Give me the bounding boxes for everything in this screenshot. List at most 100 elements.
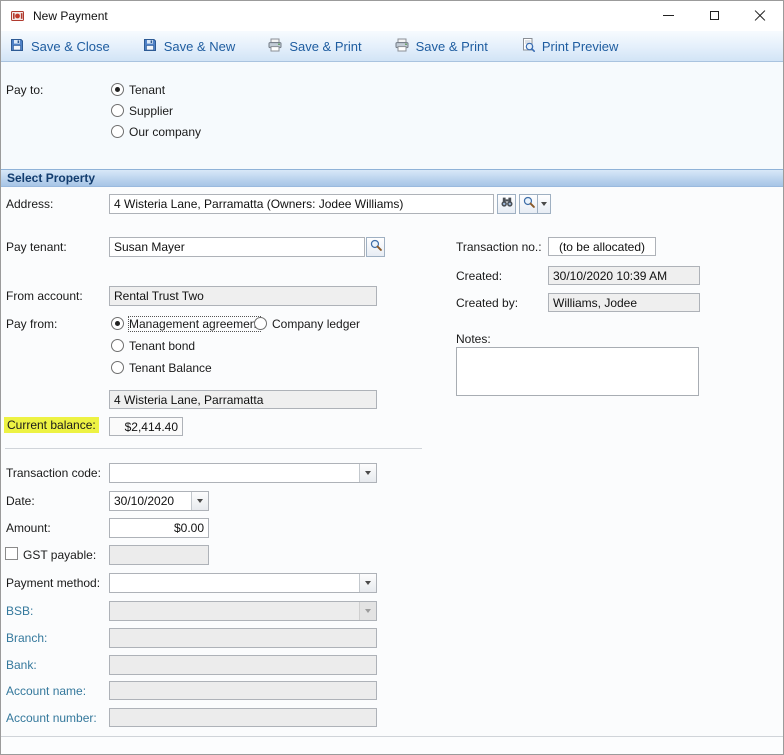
created-by-field: Williams, Jodee [548,293,700,312]
save-print-label-1: Save & Print [289,38,362,54]
pay-from-property-field: 4 Wisteria Lane, Parramatta [109,390,377,409]
pay-from-radio-company-ledger[interactable] [254,317,267,330]
new-payment-window: New Payment Save & Close Save & New Save… [0,0,784,755]
pay-from-radio-management-agreement-label[interactable]: Management agreement [128,316,261,332]
pay-tenant-label: Pay tenant: [6,240,67,254]
transaction-code-select[interactable] [109,463,377,483]
section-title: Select Property [7,171,96,185]
maximize-button[interactable] [691,1,737,30]
pay-to-radio-our-company[interactable] [111,125,124,138]
pay-tenant-input[interactable]: Susan Mayer [109,237,365,257]
save-close-button[interactable]: Save & Close [9,37,110,56]
date-label: Date: [6,494,35,508]
pay-to-radio-our-company-label[interactable]: Our company [129,125,201,139]
account-number-label: Account number: [6,711,97,725]
print-preview-icon [520,37,536,56]
pay-tenant-lookup-button[interactable] [366,237,385,257]
address-input[interactable]: 4 Wisteria Lane, Parramatta (Owners: Jod… [109,194,494,214]
minimize-icon [662,15,674,16]
pay-from-radio-company-ledger-label[interactable]: Company ledger [272,317,360,331]
minimize-button[interactable] [645,1,691,30]
save-new-label: Save & New [163,38,236,54]
toolbar: Save & Close Save & New Save & Print Sav… [1,31,783,62]
divider [5,448,422,449]
pay-to-radio-tenant[interactable] [111,83,124,96]
payment-method-label: Payment method: [6,576,101,590]
pay-from-radio-tenant-balance[interactable] [111,361,124,374]
chevron-down-icon [365,471,371,475]
payment-method-dropdown-button[interactable] [359,574,376,592]
transaction-no-field: (to be allocated) [548,237,656,256]
pay-from-label: Pay from: [6,317,58,331]
address-lookup-button[interactable] [519,194,538,214]
from-account-field: Rental Trust Two [109,286,377,306]
bsb-label: BSB: [6,604,34,618]
account-name-field [109,681,377,700]
payment-method-select[interactable] [109,573,377,593]
gst-payable-label: GST payable: [23,548,97,562]
account-name-label: Account name: [6,684,87,698]
pay-from-radio-management-agreement[interactable] [111,317,124,330]
account-number-field [109,708,377,727]
current-balance-label: Current balance: [4,417,99,433]
pay-from-radio-tenant-bond[interactable] [111,339,124,352]
created-label: Created: [456,269,503,283]
chevron-down-icon [197,499,203,503]
bsb-select [109,601,377,621]
close-icon [754,10,766,22]
pay-from-radio-tenant-bond-label[interactable]: Tenant bond [129,339,195,353]
address-label: Address: [6,197,54,211]
save-print-button-2[interactable]: Save & Print [394,37,488,56]
chevron-down-icon [365,581,371,585]
binoculars-icon [500,195,514,214]
save-new-button[interactable]: Save & New [142,37,236,56]
window-title: New Payment [33,9,108,23]
gst-payable-checkbox[interactable] [5,547,18,560]
window-controls [645,1,783,30]
transaction-no-label: Transaction no.: [456,240,542,254]
date-select[interactable]: 30/10/2020 [109,491,209,511]
save-print-button-1[interactable]: Save & Print [267,37,362,56]
notes-label: Notes: [456,332,491,346]
from-account-label: From account: [6,289,83,303]
print-preview-button[interactable]: Print Preview [520,37,619,56]
address-dropdown-button[interactable] [537,194,551,214]
close-button[interactable] [737,1,783,30]
chevron-down-icon [365,609,371,613]
bank-field [109,655,377,675]
pay-to-radio-supplier-label[interactable]: Supplier [129,104,173,118]
bank-label: Bank: [6,658,37,672]
save-new-icon [142,37,158,56]
app-icon [10,8,26,24]
magnifier-icon [522,195,536,214]
notes-textarea[interactable] [456,347,699,396]
gst-payable-field [109,545,209,565]
created-by-label: Created by: [456,296,519,310]
print-preview-label: Print Preview [541,38,619,54]
select-property-header: Select Property [1,169,783,187]
amount-input[interactable]: $0.00 [109,518,209,538]
branch-label: Branch: [6,631,48,645]
pay-to-label: Pay to: [6,83,44,97]
save-close-label: Save & Close [31,38,110,54]
current-balance-field: $2,414.40 [109,417,183,436]
bottom-divider [1,736,783,737]
amount-label: Amount: [6,521,51,535]
transaction-code-dropdown-button[interactable] [359,464,376,482]
titlebar[interactable]: New Payment [1,1,783,31]
pay-from-radio-tenant-balance-label[interactable]: Tenant Balance [129,361,212,375]
bsb-dropdown-button [359,602,376,620]
save-close-icon [9,37,25,56]
maximize-icon [709,11,719,20]
branch-field [109,628,377,648]
date-dropdown-button[interactable] [191,492,208,510]
address-search-button[interactable] [497,194,516,214]
pay-to-radio-tenant-label[interactable]: Tenant [129,83,165,97]
pay-to-radio-supplier[interactable] [111,104,124,117]
save-print-label-2: Save & Print [415,38,488,54]
created-field: 30/10/2020 10:39 AM [548,266,700,285]
printer-icon [267,37,283,56]
magnifier-icon [369,238,383,257]
printer-icon [394,37,410,56]
transaction-code-label: Transaction code: [6,466,101,480]
